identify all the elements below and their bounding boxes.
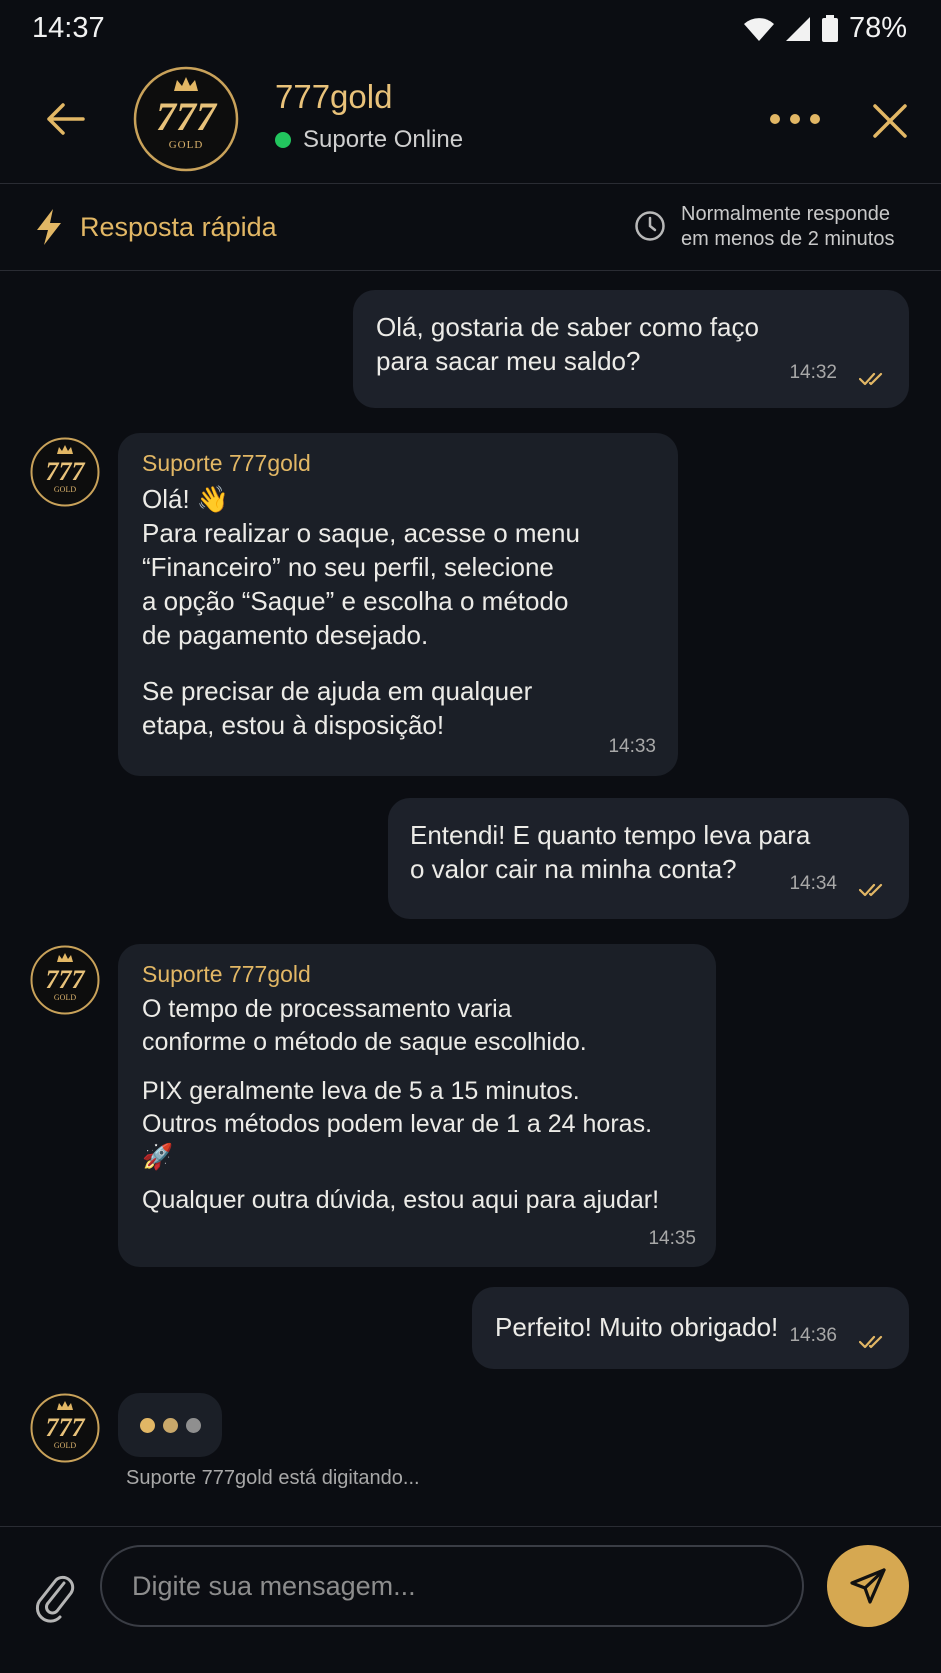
double-check-icon <box>859 372 883 386</box>
sender-name: Suporte 777gold <box>142 961 311 987</box>
battery-icon <box>821 14 838 42</box>
brand-avatar: 777 GOLD <box>133 66 239 172</box>
message-input[interactable] <box>100 1545 804 1627</box>
outgoing-message[interactable]: Olá, gostaria de saber como faço para sa… <box>353 290 909 408</box>
agent-avatar: 777 GOLD <box>30 1393 100 1463</box>
message-time: 14:35 <box>648 1228 696 1249</box>
dot <box>810 114 820 124</box>
svg-text:777: 777 <box>46 457 86 486</box>
svg-text:777: 777 <box>156 94 218 139</box>
message-composer <box>0 1526 941 1673</box>
arrow-left-icon <box>47 103 85 135</box>
svg-text:GOLD: GOLD <box>54 993 76 1002</box>
clock-icon <box>635 211 665 241</box>
chat-header: 777 GOLD 777gold Suporte Online <box>0 56 941 184</box>
back-button[interactable] <box>40 94 90 144</box>
signal-icon <box>785 16 810 41</box>
status-time: 14:37 <box>32 12 105 44</box>
svg-text:GOLD: GOLD <box>54 1441 76 1450</box>
message-time: 14:36 <box>789 1325 837 1346</box>
online-status: Suporte Online <box>275 126 463 154</box>
outgoing-message[interactable]: Perfeito! Muito obrigado! 14:36 <box>472 1287 909 1369</box>
response-time-info: Normalmente responde em menos de 2 minut… <box>681 203 895 250</box>
double-check-icon <box>859 883 883 897</box>
svg-text:GOLD: GOLD <box>169 139 204 151</box>
agent-avatar: 777 GOLD <box>30 437 100 507</box>
lightning-icon <box>37 209 61 245</box>
message-time: 14:32 <box>789 362 837 383</box>
agent-avatar: 777 GOLD <box>30 945 100 1015</box>
send-button[interactable] <box>827 1545 909 1627</box>
sender-name: Suporte 777gold <box>142 450 311 476</box>
wifi-icon <box>743 17 774 41</box>
svg-text:777: 777 <box>46 1413 86 1442</box>
status-bar: 14:37 78% <box>0 0 941 56</box>
quick-reply-label: Resposta rápida <box>80 212 277 242</box>
incoming-message[interactable]: Suporte 777gold O tempo de processamento… <box>118 944 716 1267</box>
chat-title: 777gold <box>275 78 393 115</box>
send-icon <box>850 1568 886 1604</box>
status-icons: 78% <box>743 12 907 45</box>
typing-dot <box>185 1417 201 1433</box>
incoming-message[interactable]: Suporte 777gold Olá! 👋 Para realizar o s… <box>118 433 678 776</box>
svg-text:777: 777 <box>46 965 86 994</box>
info-bar: Resposta rápida Normalmente responde em … <box>0 184 941 271</box>
paperclip-icon[interactable] <box>34 1567 78 1623</box>
more-options-button[interactable] <box>770 104 820 134</box>
dot <box>790 114 800 124</box>
message-time: 14:33 <box>608 736 656 757</box>
typing-dot <box>162 1417 178 1433</box>
typing-indicator <box>118 1393 222 1457</box>
online-status-label: Suporte Online <box>303 126 464 153</box>
typing-status: Suporte 777gold está digitando... <box>126 1467 420 1489</box>
typing-dot <box>139 1417 155 1433</box>
svg-text:GOLD: GOLD <box>54 485 76 494</box>
double-check-icon <box>859 1335 883 1349</box>
close-icon[interactable] <box>868 99 912 143</box>
battery-level: 78% <box>848 12 907 44</box>
dot <box>770 114 780 124</box>
outgoing-message[interactable]: Entendi! E quanto tempo leva para o valo… <box>388 798 909 919</box>
message-time: 14:34 <box>789 873 837 894</box>
online-dot <box>275 132 291 148</box>
